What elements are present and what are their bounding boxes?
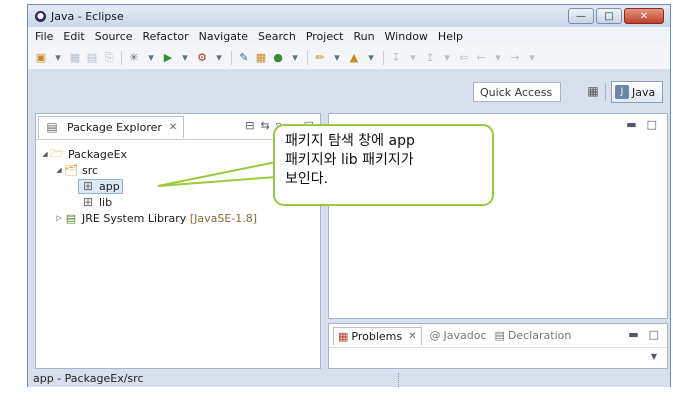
callout-pointer-line — [157, 161, 277, 187]
callout-line-2: 패키지와 lib 패키지가 — [285, 152, 414, 168]
callout-line-1: 패키지 탐색 창에 app — [285, 133, 415, 149]
callout-line-3: 보인다. — [285, 171, 329, 187]
annotation-callout: 패키지 탐색 창에 app 패키지와 lib 패키지가 보인다. — [273, 124, 494, 206]
